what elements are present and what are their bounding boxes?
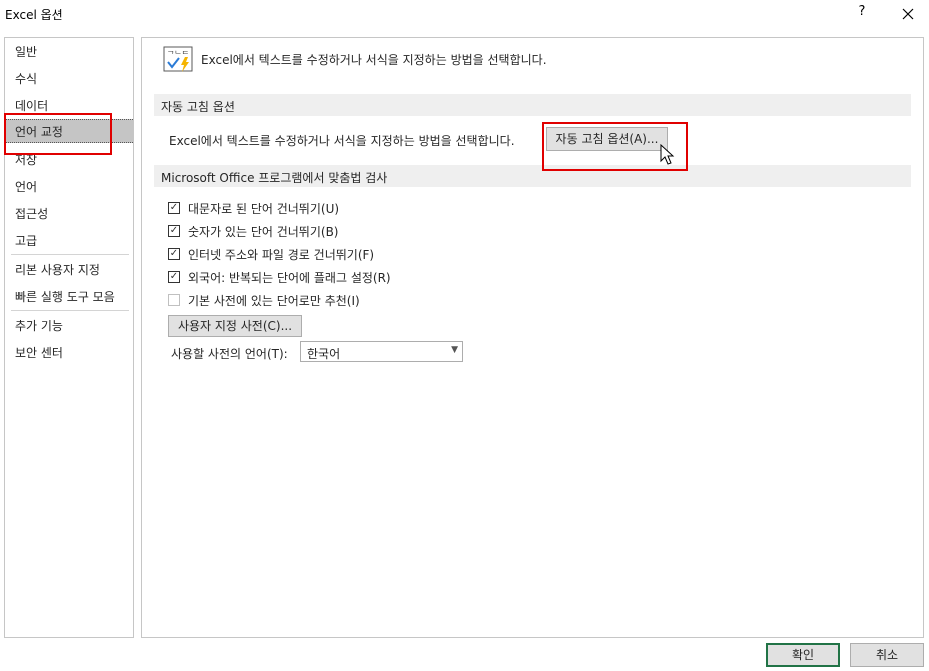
mouse-cursor-icon	[660, 143, 676, 166]
nav-separator	[11, 254, 129, 255]
nav-item-accessibility[interactable]: 접근성	[5, 202, 133, 226]
autocorrect-description: Excel에서 텍스트를 수정하거나 서식을 지정하는 방법을 선택합니다.	[169, 134, 515, 148]
highlight-box-nav	[4, 113, 112, 155]
nav-item-language[interactable]: 언어	[5, 175, 133, 199]
checkbox-label: 대문자로 된 단어 건너뛰기(U)	[188, 202, 340, 216]
nav-item-trust-center[interactable]: 보안 센터	[5, 341, 133, 365]
section-title: 자동 고침 옵션	[161, 100, 235, 114]
window-title: Excel 옵션	[5, 8, 63, 22]
checkbox-box[interactable]: ✓	[168, 225, 180, 237]
help-button[interactable]: ?	[855, 4, 869, 24]
dictionary-language-label: 사용할 사전의 언어(T):	[171, 347, 288, 361]
nav-item-addins[interactable]: 추가 기능	[5, 314, 133, 338]
ok-button[interactable]: 확인	[766, 643, 840, 667]
cancel-button[interactable]: 취소	[850, 643, 924, 667]
custom-dictionaries-button[interactable]: 사용자 지정 사전(C)...	[168, 315, 302, 337]
close-icon	[902, 8, 914, 20]
chevron-down-icon: ▼	[451, 345, 458, 355]
content-panel	[141, 37, 924, 638]
checkbox-box[interactable]: ✓	[168, 202, 180, 214]
abc-check-icon: ᄀᄂᄃ	[163, 45, 195, 73]
nav-item-formulas[interactable]: 수식	[5, 67, 133, 91]
title-bar	[0, 0, 929, 30]
checkbox-box[interactable]: ✓	[168, 271, 180, 283]
section-title: Microsoft Office 프로그램에서 맞춤법 검사	[161, 171, 388, 185]
nav-item-advanced[interactable]: 고급	[5, 229, 133, 253]
dictionary-language-select[interactable]: 한국어 ▼	[300, 341, 463, 362]
section-spelling: Microsoft Office 프로그램에서 맞춤법 검사	[154, 165, 911, 187]
checkbox-box[interactable]: ✓	[168, 248, 180, 260]
page-description: Excel에서 텍스트를 수정하거나 서식을 지정하는 방법을 선택합니다.	[201, 53, 547, 67]
checkbox-label: 인터넷 주소와 파일 경로 건너뛰기(F)	[188, 248, 375, 262]
checkbox-label: 숫자가 있는 단어 건너뛰기(B)	[188, 225, 339, 239]
nav-separator	[11, 310, 129, 311]
nav-item-customize-ribbon[interactable]: 리본 사용자 지정	[5, 258, 133, 282]
close-button[interactable]	[898, 4, 918, 24]
checkbox-label: 기본 사전에 있는 단어로만 추천(I)	[188, 294, 360, 308]
checkbox-label: 외국어: 반복되는 단어에 플래그 설정(R)	[188, 271, 391, 285]
checkbox-box[interactable]	[168, 294, 180, 306]
section-autocorrect: 자동 고침 옵션	[154, 94, 911, 116]
nav-item-general[interactable]: 일반	[5, 40, 133, 64]
nav-item-quick-access[interactable]: 빠른 실행 도구 모음	[5, 285, 133, 309]
dictionary-language-value: 한국어	[307, 347, 341, 361]
